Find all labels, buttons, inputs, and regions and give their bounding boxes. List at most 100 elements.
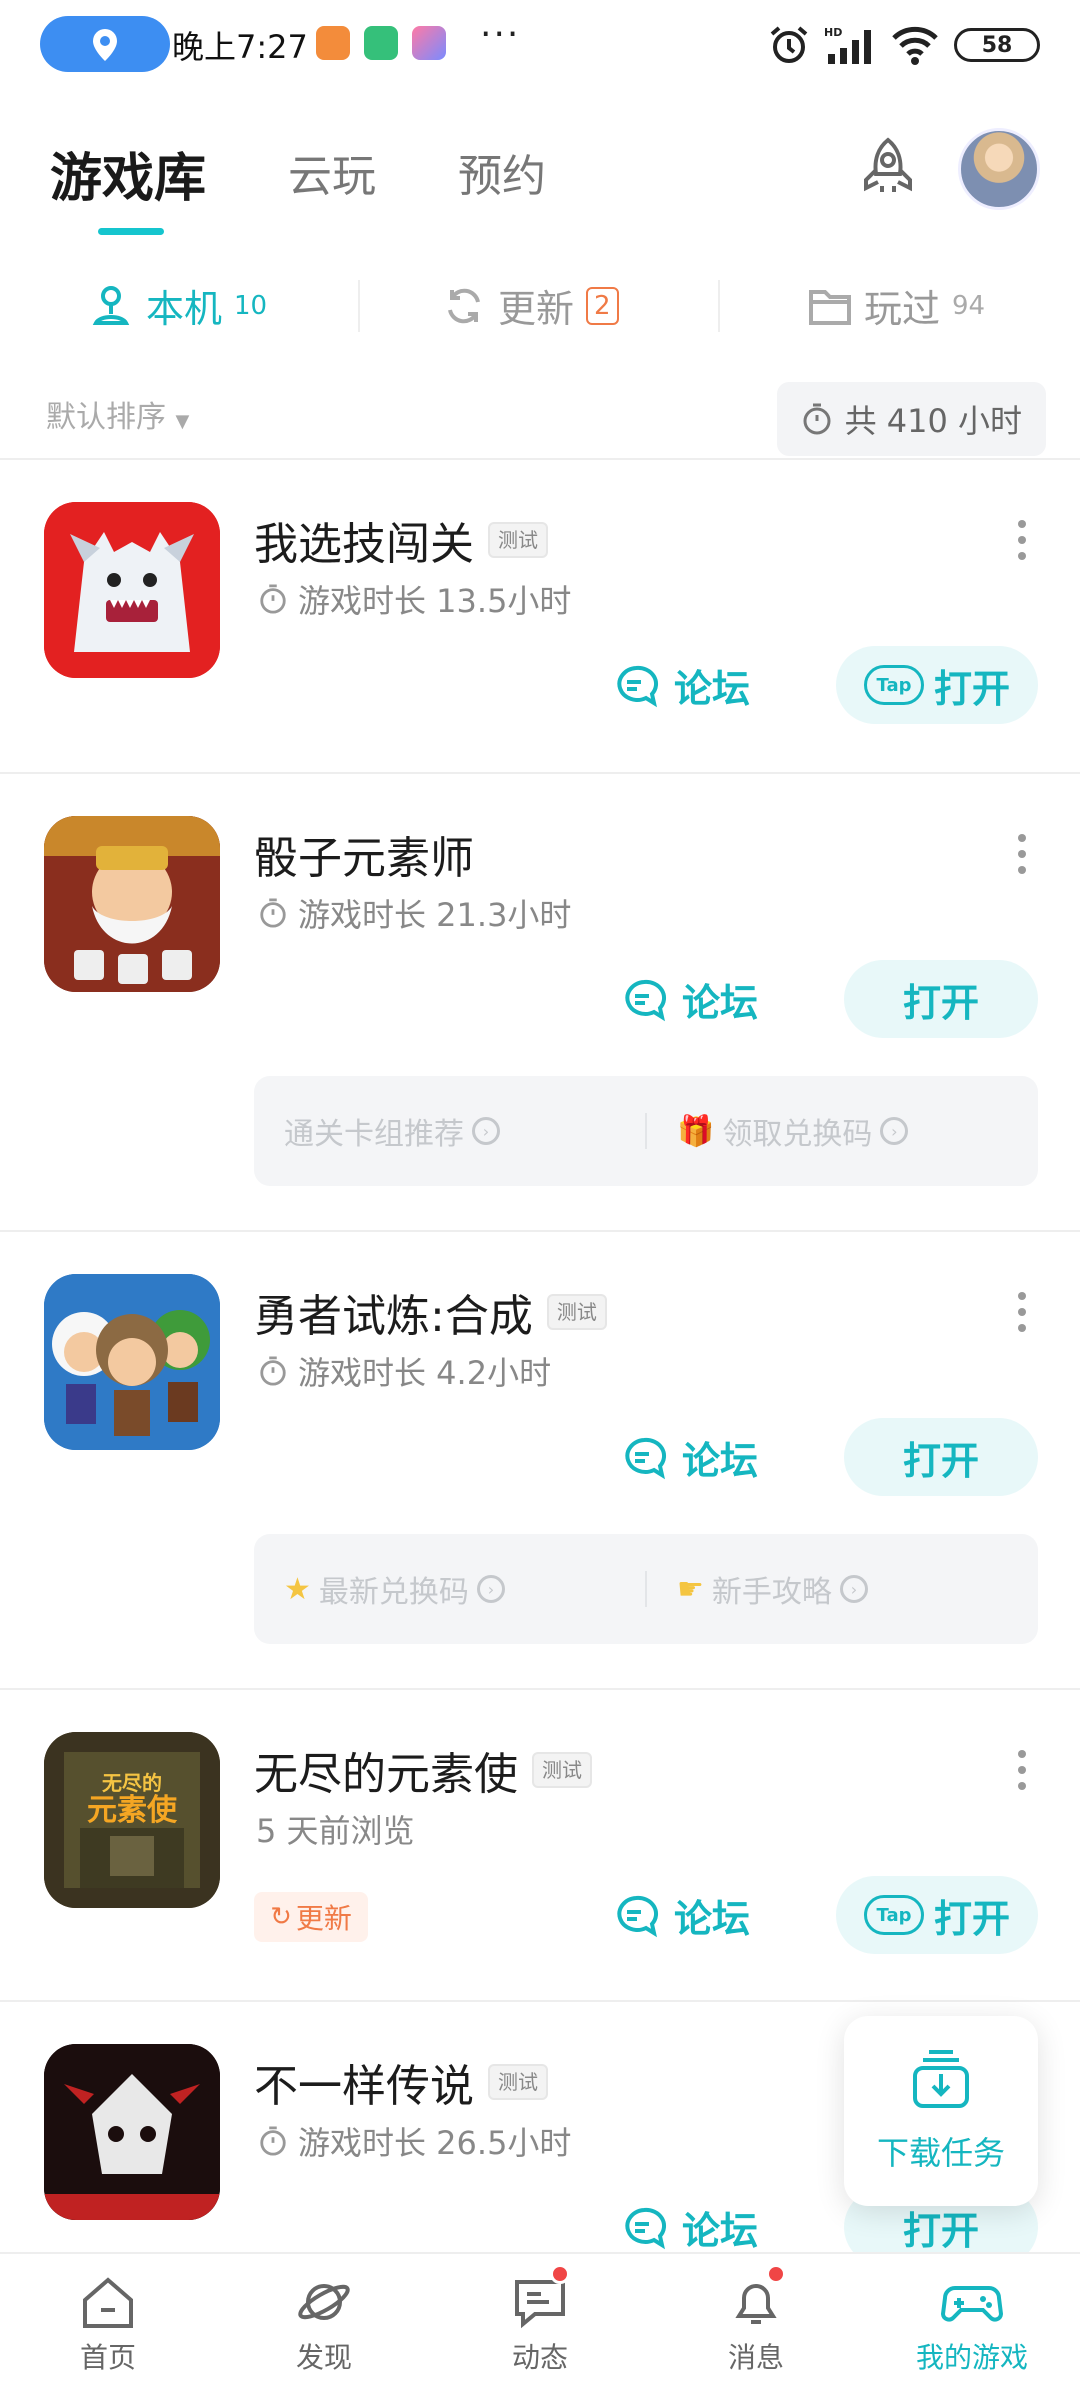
dice-mage-art-icon xyxy=(44,816,220,992)
gift-icon: 🎁 xyxy=(677,1113,715,1149)
open-button[interactable]: 打开 xyxy=(844,960,1038,1038)
updates-count-badge: 2 xyxy=(586,286,619,325)
forum-button[interactable]: 论坛 xyxy=(622,2200,758,2255)
refresh-icon xyxy=(448,288,480,323)
nav-my-games[interactable]: 我的游戏 xyxy=(912,2274,1032,2376)
nav-feed[interactable]: 动态 xyxy=(480,2274,600,2376)
forum-label: 论坛 xyxy=(674,667,751,711)
game-icon[interactable] xyxy=(44,816,220,992)
chat-bubble-icon xyxy=(625,979,667,1021)
update-label: 更新 xyxy=(295,1902,352,1935)
pointing-hand-icon: ☛ xyxy=(677,1571,704,1607)
tab-played-label: 玩过 xyxy=(864,287,941,331)
game-title[interactable]: 骰子元素师 xyxy=(254,822,474,886)
nav-label: 发现 xyxy=(295,2341,352,2374)
tab-updates[interactable]: 更新 2 xyxy=(442,278,619,333)
divider xyxy=(0,458,1080,460)
location-indicator[interactable] xyxy=(40,16,170,72)
forum-button[interactable]: 论坛 xyxy=(614,658,750,713)
divider xyxy=(0,2000,1080,2002)
game-icon[interactable] xyxy=(44,502,220,678)
notification-game-icon xyxy=(412,26,446,60)
link-latest-redeem-code[interactable]: ★ 最新兑换码 › xyxy=(254,1567,645,1611)
game-icon[interactable]: 无尽的 元素使 xyxy=(44,1732,220,1908)
total-playtime-text: 共 410 小时 xyxy=(844,402,1022,440)
chat-bubble-icon xyxy=(617,1895,659,1937)
sort-dropdown[interactable]: 默认排序 ▼ xyxy=(46,392,189,436)
total-playtime: 共 410 小时 xyxy=(776,382,1046,456)
taptap-logo-icon: Tap xyxy=(863,1895,924,1935)
game-title-text: 我选技闯关 xyxy=(254,519,474,570)
forum-button[interactable]: 论坛 xyxy=(622,1430,758,1485)
gamepad-icon xyxy=(941,2286,1003,2322)
game-title[interactable]: 勇者试炼:合成 测试 xyxy=(254,1280,607,1344)
link-deck-recommendation[interactable]: 通关卡组推荐 › xyxy=(254,1109,645,1153)
status-bar: 晚上7:27 ··· HD 58 xyxy=(0,0,1080,90)
forum-button[interactable]: 论坛 xyxy=(614,1888,750,1943)
tab-reservations[interactable]: 预约 xyxy=(458,140,546,204)
bottom-navigation: 首页 发现 动态 消息 我的游戏 xyxy=(0,2252,1080,2400)
game-title-text: 无尽的元素使 xyxy=(254,1749,518,1800)
planet-icon xyxy=(298,2284,350,2320)
more-options-icon[interactable] xyxy=(1018,1292,1028,1340)
open-button[interactable]: 打开 xyxy=(844,1418,1038,1496)
open-button[interactable]: Tap 打开 xyxy=(836,646,1038,724)
tab-played-count: 94 xyxy=(952,290,986,321)
open-label: 打开 xyxy=(902,980,979,1025)
divider xyxy=(0,772,1080,774)
forum-label: 论坛 xyxy=(682,2209,759,2253)
divider xyxy=(718,280,720,332)
forum-button[interactable]: 论坛 xyxy=(622,972,758,1027)
playtime-text: 游戏时长 13.5小时 xyxy=(298,582,572,620)
star-icon: ★ xyxy=(284,1571,311,1607)
rocket-icon[interactable] xyxy=(852,134,924,206)
arrow-right-circle-icon: › xyxy=(476,1575,505,1603)
game-icon[interactable] xyxy=(44,1274,220,1450)
test-tag: 测试 xyxy=(546,1294,607,1330)
forum-label: 论坛 xyxy=(674,1897,751,1941)
more-options-icon[interactable] xyxy=(1018,520,1028,568)
link-beginner-guide[interactable]: ☛ 新手攻略 › xyxy=(647,1567,1038,1611)
tab-cloud-play[interactable]: 云玩 xyxy=(288,140,376,204)
svg-text:无尽的: 无尽的 xyxy=(102,1771,162,1795)
battery-indicator: 58 xyxy=(954,28,1040,62)
caret-down-icon: ▼ xyxy=(175,411,190,432)
game-title[interactable]: 我选技闯关 测试 xyxy=(254,508,548,572)
status-time: 晚上7:27 xyxy=(172,28,308,66)
nav-label: 我的游戏 xyxy=(915,2341,1028,2374)
nav-label: 首页 xyxy=(79,2341,136,2374)
wifi-icon xyxy=(892,26,938,65)
download-task-label: 下载任务 xyxy=(876,2134,1005,2172)
chat-bubble-icon xyxy=(625,2207,667,2249)
signal-icon: HD xyxy=(824,26,871,64)
more-options-icon[interactable] xyxy=(1018,834,1028,882)
game-icon[interactable] xyxy=(44,2044,220,2220)
notification-dot xyxy=(766,2264,786,2284)
open-label: 打开 xyxy=(933,1896,1010,1941)
stopwatch-icon xyxy=(260,584,286,614)
more-options-icon[interactable] xyxy=(1018,1750,1028,1798)
game-title[interactable]: 无尽的元素使 测试 xyxy=(254,1738,592,1802)
sort-label: 默认排序 xyxy=(46,400,166,435)
playtime: 游戏时长 26.5小时 xyxy=(258,2118,571,2164)
tab-game-library[interactable]: 游戏库 xyxy=(50,136,206,211)
update-chip[interactable]: ↻ 更新 xyxy=(254,1892,368,1942)
folder-icon xyxy=(809,289,851,325)
sort-row: 默认排序 ▼ 共 410 小时 xyxy=(0,380,1080,460)
user-avatar[interactable] xyxy=(958,128,1040,210)
alarm-icon xyxy=(770,26,808,63)
quick-links: 通关卡组推荐 › 🎁 领取兑换码 › xyxy=(254,1076,1038,1186)
nav-home[interactable]: 首页 xyxy=(48,2274,168,2376)
tab-played[interactable]: 玩过 94 xyxy=(808,278,985,333)
link-redeem-code[interactable]: 🎁 领取兑换码 › xyxy=(647,1109,1038,1153)
divider xyxy=(358,280,360,332)
nav-discover[interactable]: 发现 xyxy=(264,2274,384,2376)
game-title[interactable]: 不一样传说 测试 xyxy=(254,2050,548,2114)
download-task-button[interactable]: 下载任务 xyxy=(844,2016,1038,2206)
top-header: 游戏库 云玩 预约 xyxy=(0,120,1080,240)
open-button[interactable]: Tap 打开 xyxy=(836,1876,1038,1954)
nav-messages[interactable]: 消息 xyxy=(696,2274,816,2376)
playtime-text: 游戏时长 21.3小时 xyxy=(298,896,572,934)
stopwatch-icon xyxy=(260,2126,286,2156)
tab-local[interactable]: 本机 10 xyxy=(88,278,267,333)
